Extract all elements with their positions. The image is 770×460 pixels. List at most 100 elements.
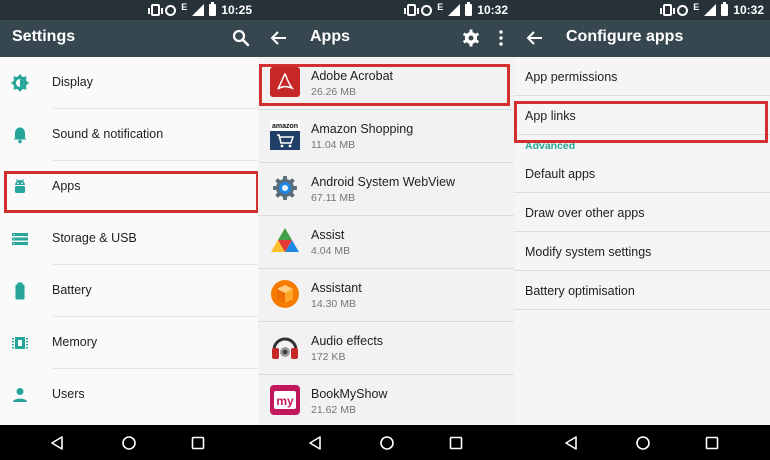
status-bar: E 10:32	[514, 0, 770, 20]
app-bar: Configure apps	[514, 20, 770, 57]
config-item-default-apps[interactable]: Default apps	[514, 154, 770, 193]
apps-screen: E 10:32 Apps Adobe Acrobat 26.26 MB amaz…	[258, 0, 514, 460]
app-name: Adobe Acrobat	[311, 69, 394, 83]
app-name: Assist	[311, 228, 345, 242]
app-size: 21.62 MB	[311, 404, 356, 416]
nav-home-icon[interactable]	[635, 435, 651, 451]
nav-home-icon[interactable]	[121, 435, 137, 451]
app-size: 14.30 MB	[311, 298, 356, 310]
app-row-assist[interactable]: Assist 4.04 MB	[258, 216, 514, 269]
settings-item-display[interactable]: Display	[0, 57, 258, 109]
settings-item-label: Sound & notification	[52, 127, 164, 141]
gear-icon[interactable]	[462, 29, 480, 47]
battery-icon	[15, 282, 25, 300]
settings-screen: E 10:25 Settings Display Sound & notific…	[0, 0, 258, 460]
config-item-label: App permissions	[525, 70, 618, 84]
adobe-acrobat-icon	[270, 67, 300, 97]
config-item-draw-over-other-apps[interactable]: Draw over other apps	[514, 193, 770, 232]
settings-item-apps[interactable]: Apps	[0, 161, 258, 213]
app-size: 67.11 MB	[311, 192, 356, 204]
page-title: Apps	[310, 28, 350, 45]
configure-apps-screen: E 10:32 Configure apps App permissions A…	[514, 0, 770, 460]
vibrate-icon	[660, 4, 676, 16]
back-arrow-icon[interactable]	[270, 29, 288, 47]
settings-item-battery[interactable]: Battery	[0, 265, 258, 317]
brightness-icon	[11, 74, 29, 92]
config-item-app-permissions[interactable]: App permissions	[514, 57, 770, 96]
settings-item-label: Display	[52, 75, 93, 89]
app-row-assistant[interactable]: Assistant 14.30 MB	[258, 269, 514, 322]
settings-item-memory[interactable]: Memory	[0, 317, 258, 369]
nav-recent-apps-icon[interactable]	[190, 435, 206, 451]
bookmyshow-icon-text: my	[276, 394, 294, 408]
nav-back-icon[interactable]	[563, 435, 579, 451]
search-icon[interactable]	[232, 29, 250, 47]
status-time: 10:32	[477, 3, 508, 17]
config-item-label: Default apps	[525, 167, 596, 181]
app-bar: Settings	[0, 20, 258, 57]
status-bar: E 10:32	[258, 0, 514, 20]
section-header-advanced: Advanced	[514, 135, 770, 154]
config-item-label: Modify system settings	[525, 245, 652, 259]
app-row-amazon-shopping[interactable]: amazon Amazon Shopping 11.04 MB	[258, 110, 514, 163]
amazon-icon-text: amazon	[272, 123, 298, 130]
configure-list: App permissions App links Advanced Defau…	[514, 57, 770, 425]
nav-recent-apps-icon[interactable]	[448, 435, 464, 451]
app-size: 4.04 MB	[311, 245, 351, 257]
nav-bar	[258, 425, 514, 460]
back-arrow-icon[interactable]	[526, 29, 544, 47]
nav-back-icon[interactable]	[307, 435, 323, 451]
amazon-icon: amazon	[270, 120, 300, 150]
network-type-label: E	[181, 2, 188, 12]
memory-icon	[12, 337, 28, 349]
nav-bar	[514, 425, 770, 460]
config-item-modify-system-settings[interactable]: Modify system settings	[514, 232, 770, 271]
status-bar: E 10:25	[0, 0, 258, 20]
app-size: 11.04 MB	[311, 139, 356, 151]
network-type-label: E	[693, 2, 700, 12]
status-time: 10:32	[733, 3, 764, 17]
config-item-label: Draw over other apps	[525, 206, 645, 220]
settings-item-label: Apps	[52, 179, 81, 193]
settings-item-label: Storage & USB	[52, 231, 137, 245]
more-options-icon[interactable]	[494, 29, 508, 47]
alarm-icon	[165, 4, 177, 16]
config-item-label: Battery optimisation	[525, 284, 635, 298]
app-bar: Apps	[258, 20, 514, 57]
bookmyshow-icon: my	[270, 385, 300, 415]
battery-status-icon	[465, 2, 473, 16]
app-name: Android System WebView	[311, 175, 456, 189]
webview-gear-icon	[273, 176, 297, 200]
alarm-icon	[421, 4, 433, 16]
settings-item-storage[interactable]: Storage & USB	[0, 213, 258, 265]
app-name: Amazon Shopping	[311, 122, 414, 136]
settings-item-users[interactable]: Users	[0, 369, 258, 421]
app-size: 26.26 MB	[311, 86, 356, 98]
app-row-audio-effects[interactable]: Audio effects 172 KB	[258, 322, 514, 375]
signal-icon	[448, 4, 461, 16]
app-name: Assistant	[311, 281, 362, 295]
settings-item-label: Memory	[52, 335, 98, 349]
nav-home-icon[interactable]	[379, 435, 395, 451]
battery-status-icon	[721, 2, 729, 16]
app-row-android-system-webview[interactable]: Android System WebView 67.11 MB	[258, 163, 514, 216]
settings-item-sound[interactable]: Sound & notification	[0, 109, 258, 161]
app-row-adobe-acrobat[interactable]: Adobe Acrobat 26.26 MB	[258, 57, 514, 110]
vibrate-icon	[148, 4, 164, 16]
app-size: 172 KB	[311, 351, 346, 363]
settings-item-label: Battery	[52, 283, 92, 297]
page-title: Configure apps	[566, 28, 684, 45]
app-row-bookmyshow[interactable]: my BookMyShow 21.62 MB	[258, 375, 514, 425]
nav-recent-apps-icon[interactable]	[704, 435, 720, 451]
config-item-label: App links	[525, 109, 576, 123]
nav-back-icon[interactable]	[49, 435, 65, 451]
config-item-app-links[interactable]: App links	[514, 96, 770, 135]
headphones-icon	[272, 337, 298, 359]
apps-list: Adobe Acrobat 26.26 MB amazon Amazon Sho…	[258, 57, 514, 425]
status-time: 10:25	[221, 3, 252, 17]
app-name: Audio effects	[311, 334, 384, 348]
android-icon	[15, 179, 25, 193]
bell-icon	[13, 127, 27, 144]
config-item-battery-optimisation[interactable]: Battery optimisation	[514, 271, 770, 310]
nav-bar	[0, 425, 258, 460]
